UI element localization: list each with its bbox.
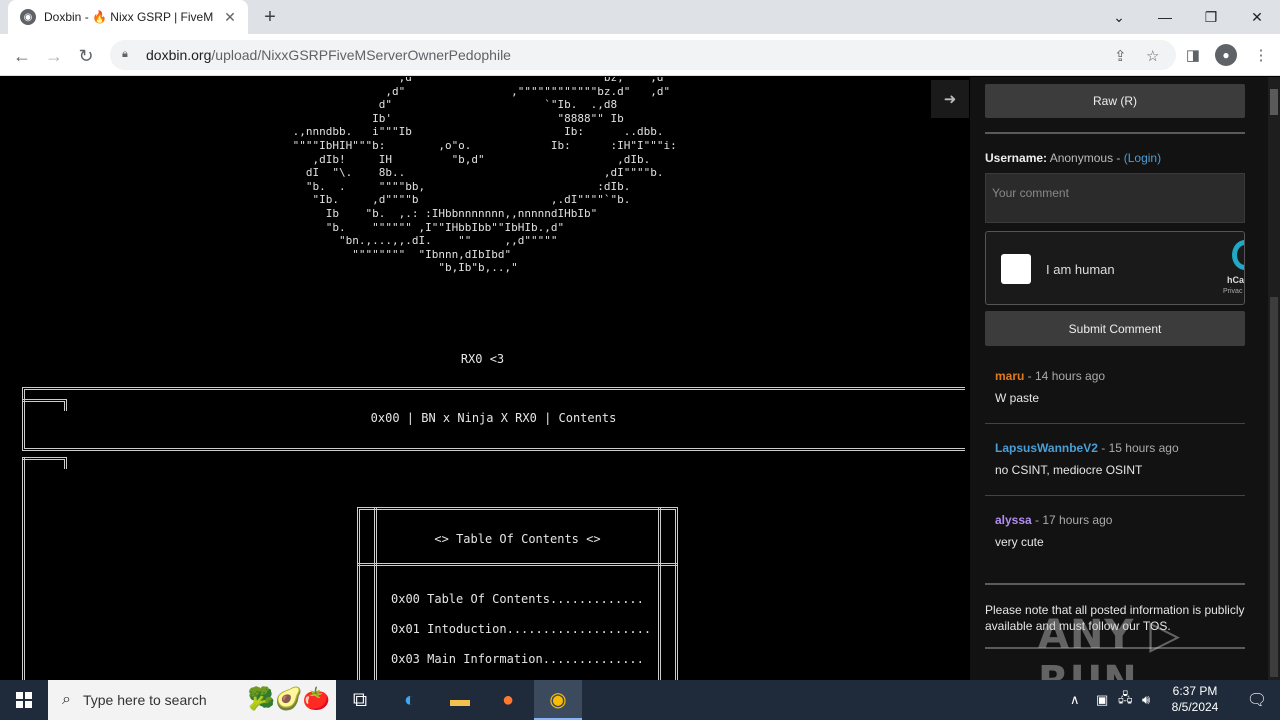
header-box-corner xyxy=(22,399,67,411)
divider xyxy=(985,132,1245,134)
toc-divider xyxy=(357,563,678,569)
side-panel-icon[interactable]: ◨ xyxy=(1182,44,1204,66)
url-path: /upload/NixxGSRPFiveMServerOwnerPedophil… xyxy=(211,47,511,63)
lock-icon[interactable]: 🔒︎ xyxy=(122,48,136,62)
paste-body: ,d" """"""""""""""bz, ,d" ,d" ,"""""""""… xyxy=(0,77,970,680)
comment-header: LapsusWannbeV2 - 15 hours ago xyxy=(985,441,1245,455)
comment-body: W paste xyxy=(995,391,1040,405)
raw-button[interactable]: Raw (R) xyxy=(985,84,1245,118)
signature-text: RX0 <3 xyxy=(460,352,505,366)
toc-item: 0x03 Main Information.............. xyxy=(391,652,644,666)
comment-header: alyssa - 17 hours ago xyxy=(985,513,1245,527)
tab-title: Doxbin - 🔥 Nixx GSRP | FiveM S xyxy=(44,10,216,24)
windows-logo-icon xyxy=(16,692,32,708)
comment-time: - 15 hours ago xyxy=(1097,441,1179,455)
chrome-icon[interactable]: ◉ xyxy=(534,680,582,720)
divider xyxy=(985,495,1245,496)
login-link[interactable]: (Login) xyxy=(1124,151,1161,165)
taskbar-clock[interactable]: 6:37 PM 8/5/2024 xyxy=(1160,683,1230,715)
back-icon[interactable]: ← xyxy=(8,42,36,70)
edge-icon[interactable]: ◐ xyxy=(386,680,434,720)
network-icon[interactable]: 🖧︎ xyxy=(1118,680,1133,720)
toc-item: 0x00 Table Of Contents............. xyxy=(391,592,644,606)
toc-title: <> Table Of Contents <> xyxy=(434,532,601,546)
captcha-checkbox[interactable] xyxy=(1001,254,1031,284)
minimize-icon[interactable]: — xyxy=(1142,0,1188,34)
new-tab-button[interactable]: + xyxy=(258,5,282,29)
globe-icon: ◉ xyxy=(20,9,36,25)
page-content: ,d" """"""""""""""bz, ,d" ,d" ,"""""""""… xyxy=(0,77,1280,680)
search-highlight-veggies-icon: 🥦🥑🍅 xyxy=(247,686,330,711)
username-line: Username: Anonymous - (Login) xyxy=(985,151,1161,165)
browser-toolbar: ← → ↻ 🔒︎ doxbin.org/upload/NixxGSRPFiveM… xyxy=(0,34,1280,76)
task-view-icon[interactable]: ⧉ xyxy=(336,680,384,720)
comment-author[interactable]: maru xyxy=(995,369,1024,383)
comment-header: maru - 14 hours ago xyxy=(985,369,1245,383)
tray-chevron-icon[interactable]: ∧ xyxy=(1070,680,1080,720)
url-host: doxbin.org xyxy=(146,47,212,63)
address-bar[interactable]: 🔒︎ doxbin.org/upload/NixxGSRPFiveMServer… xyxy=(110,40,1176,70)
hcaptcha-widget: I am human hCa Privac xyxy=(985,231,1245,305)
collapse-sidebar-arrow-icon[interactable]: ➜ xyxy=(931,80,969,118)
username-value: Anonymous xyxy=(1049,151,1114,165)
close-window-icon[interactable]: ✕ xyxy=(1234,0,1280,34)
username-separator: - xyxy=(1113,151,1124,165)
toc-item: 0x01 Intoduction.................... xyxy=(391,622,652,636)
bookmark-star-icon[interactable]: ☆ xyxy=(1146,47,1159,65)
search-icon: ⌕ xyxy=(62,691,71,708)
share-icon[interactable]: ⇪ xyxy=(1114,47,1127,65)
device-icon[interactable]: ▣ xyxy=(1096,680,1108,720)
forward-icon[interactable]: → xyxy=(40,42,68,70)
comment-time: - 14 hours ago xyxy=(1024,369,1106,383)
divider xyxy=(985,423,1245,424)
profile-avatar-icon[interactable]: ● xyxy=(1215,44,1237,66)
left-rail-line xyxy=(22,457,25,680)
start-button[interactable] xyxy=(0,680,48,720)
comment-author[interactable]: LapsusWannbeV2 xyxy=(995,441,1098,455)
scrollbar-thumb[interactable] xyxy=(1270,89,1278,115)
captcha-label: I am human xyxy=(1046,262,1115,277)
hcaptcha-brand: hCa xyxy=(1227,275,1245,285)
username-label: Username: xyxy=(985,151,1048,165)
section-header: 0x00 | BN x Ninja X RX0 | Contents xyxy=(370,411,617,425)
tab-search-icon[interactable]: ⌄ xyxy=(1096,0,1142,34)
notification-icon[interactable]: 🗨︎ xyxy=(1234,680,1280,720)
page-scrollbar[interactable] xyxy=(1268,77,1280,680)
comment-item: LapsusWannbeV2 - 15 hours ago no CSINT, … xyxy=(985,441,1245,477)
restore-icon[interactable]: ❐ xyxy=(1188,0,1234,34)
menu-kebab-icon[interactable]: ⋮ xyxy=(1250,44,1272,66)
tab-strip: ◉ Doxbin - 🔥 Nixx GSRP | FiveM S ✕ + ⌄ —… xyxy=(0,0,1280,34)
comment-author[interactable]: alyssa xyxy=(995,513,1032,527)
comment-item: alyssa - 17 hours ago very cute xyxy=(985,513,1245,549)
comment-item: maru - 14 hours ago W paste xyxy=(985,369,1245,405)
reload-icon[interactable]: ↻ xyxy=(72,42,100,70)
hcaptcha-logo-icon xyxy=(1232,240,1244,270)
clock-time: 6:37 PM xyxy=(1172,684,1218,698)
comment-body: no CSINT, mediocre OSINT xyxy=(995,463,1143,477)
comment-time: - 17 hours ago xyxy=(1031,513,1113,527)
clock-date: 8/5/2024 xyxy=(1171,700,1219,714)
comments-sidebar: Raw (R) Username: Anonymous - (Login) Yo… xyxy=(970,77,1268,680)
windows-taskbar: ⌕ Type here to search 🥦🥑🍅 ⧉ ◐ ▬ ● ◉ ∧ ▣ … xyxy=(0,680,1280,720)
taskbar-search-box[interactable]: ⌕ Type here to search 🥦🥑🍅 xyxy=(48,680,336,720)
comment-input[interactable]: Your comment xyxy=(985,173,1245,223)
hcaptcha-privacy-link[interactable]: Privac xyxy=(1223,288,1242,295)
close-tab-icon[interactable]: ✕ xyxy=(222,9,238,26)
ascii-art: ,d" """"""""""""""bz, ,d" ,d" ,"""""""""… xyxy=(292,77,677,275)
comment-body: very cute xyxy=(995,535,1044,549)
browser-tab[interactable]: ◉ Doxbin - 🔥 Nixx GSRP | FiveM S ✕ xyxy=(8,0,248,34)
header-box-corner-lower xyxy=(22,457,67,469)
firefox-icon[interactable]: ● xyxy=(484,680,532,720)
volume-icon[interactable]: 🔊︎ xyxy=(1142,680,1150,720)
file-explorer-icon[interactable]: ▬ xyxy=(436,680,484,720)
submit-comment-button[interactable]: Submit Comment xyxy=(985,311,1245,346)
divider xyxy=(985,583,1245,585)
search-placeholder: Type here to search xyxy=(82,692,207,708)
